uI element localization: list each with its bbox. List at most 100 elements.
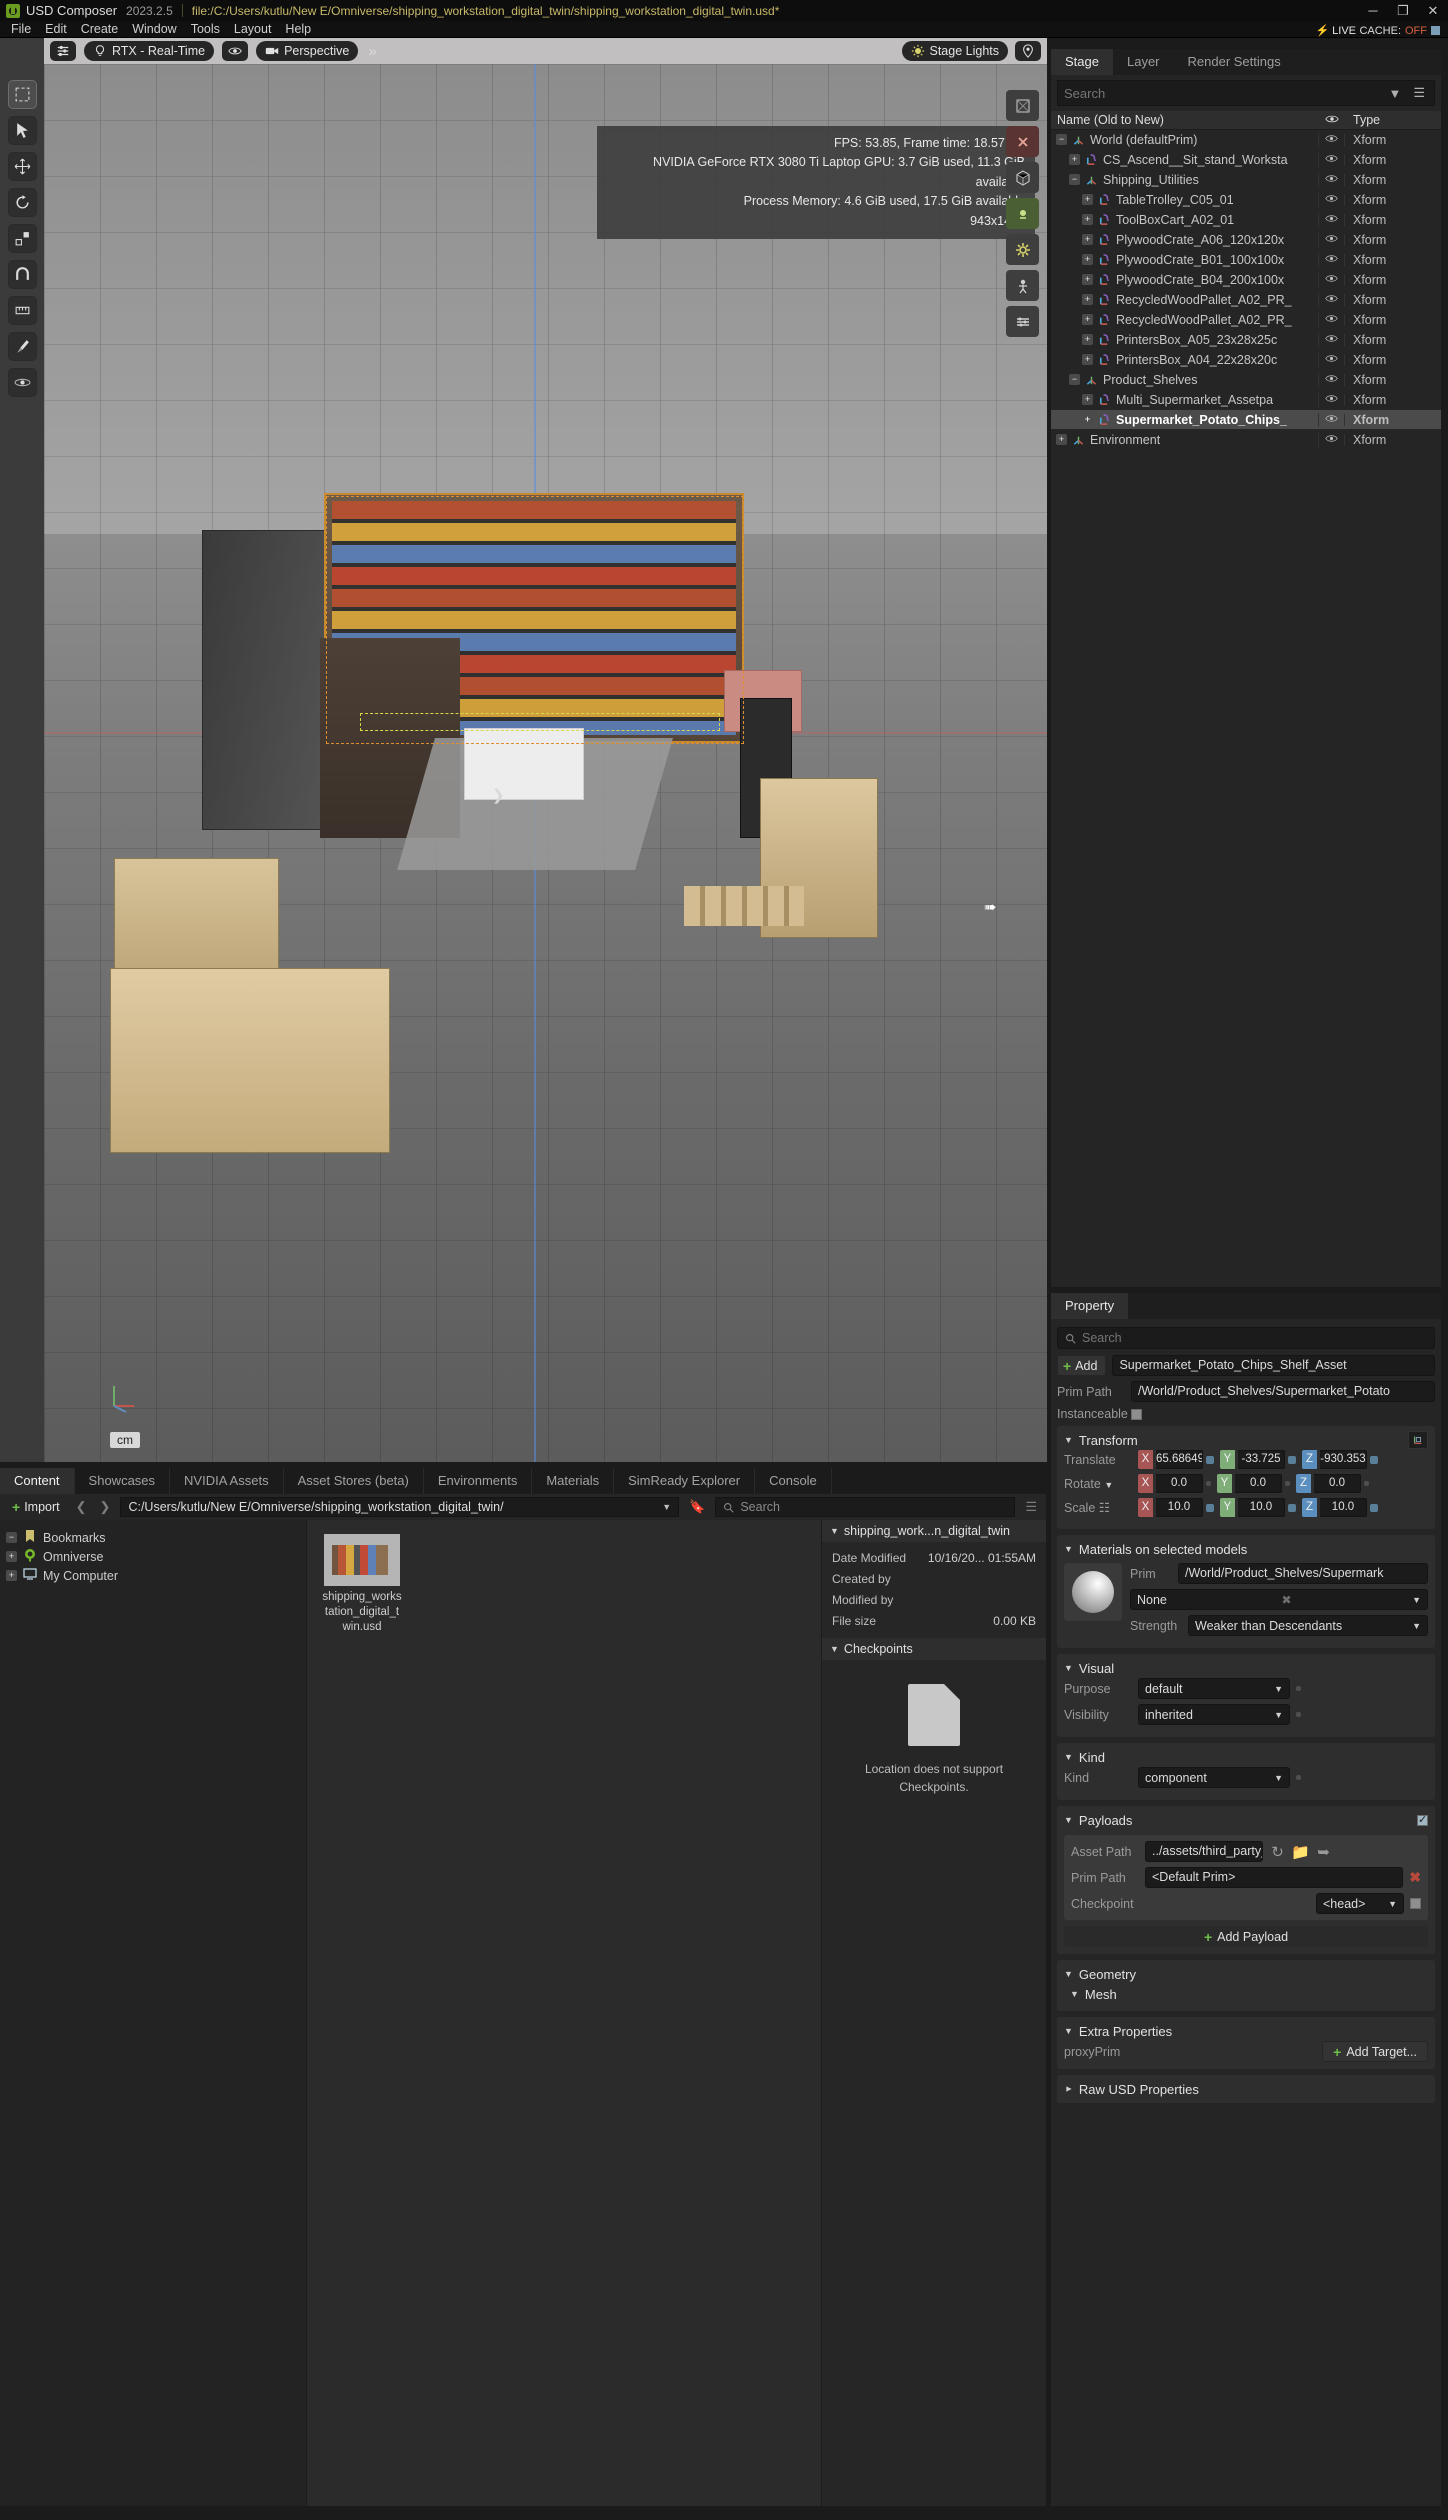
visibility-select[interactable]: inherited ▼ <box>1138 1704 1290 1725</box>
rotate-y-value[interactable]: 0.0 <box>1235 1474 1282 1493</box>
scale-y-value[interactable]: 10.0 <box>1238 1498 1285 1517</box>
human-icon[interactable] <box>1006 270 1039 301</box>
row-visibility-eye-icon[interactable] <box>1319 413 1345 426</box>
menu-tools[interactable]: Tools <box>184 21 227 38</box>
viewport-settings-button[interactable] <box>50 41 76 61</box>
checkpoint-select[interactable]: <head> ▼ <box>1316 1893 1404 1914</box>
link-icon[interactable]: ☷ <box>1099 1501 1110 1515</box>
row-expander-plus-icon[interactable]: + <box>1082 214 1093 225</box>
stage-tree-row[interactable]: + PrintersBox_A04_22x28x20c Xform <box>1051 350 1441 370</box>
row-name-cell[interactable]: − Product_Shelves <box>1051 372 1319 387</box>
stage-search-input[interactable] <box>1064 85 1380 101</box>
translate-z-value[interactable]: -930.353 <box>1320 1450 1367 1469</box>
gear-icon[interactable] <box>1006 234 1039 265</box>
visual-header[interactable]: ▼ Visual <box>1064 1658 1428 1678</box>
property-search-bar[interactable] <box>1057 1327 1435 1349</box>
prim-name-field[interactable]: Supermarket_Potato_Chips_Shelf_Asset <box>1112 1355 1435 1376</box>
row-name-cell[interactable]: − World (defaultPrim) <box>1051 132 1319 147</box>
scale-x-indicator[interactable] <box>1206 1503 1214 1512</box>
scene-wood-pallet-2[interactable] <box>684 886 804 926</box>
viewport-unit-badge[interactable]: cm <box>110 1432 140 1448</box>
translate-y-value[interactable]: -33.725 <box>1238 1450 1285 1469</box>
materials-header[interactable]: ▼ Materials on selected models <box>1064 1539 1428 1559</box>
camera-selector[interactable]: Perspective <box>256 41 359 61</box>
menu-help[interactable]: Help <box>278 21 318 38</box>
row-name-cell[interactable]: + PrintersBox_A05_23x28x25c <box>1051 332 1319 347</box>
scale-z-value[interactable]: 10.0 <box>1320 1498 1367 1517</box>
light-icon[interactable] <box>1006 198 1039 229</box>
tab-stage[interactable]: Stage <box>1051 49 1113 75</box>
content-tab-console[interactable]: Console <box>755 1468 832 1494</box>
asset-path-field[interactable]: ../assets/third_party_models/ <box>1145 1841 1263 1862</box>
rotate-z[interactable]: Z 0.0 <box>1296 1474 1369 1493</box>
rotate-z-value[interactable]: 0.0 <box>1314 1474 1361 1493</box>
row-expander-plus-icon[interactable]: + <box>1082 274 1093 285</box>
translate-x[interactable]: X 65.68649 <box>1138 1450 1214 1469</box>
column-name[interactable]: Name (Old to New) <box>1051 113 1319 127</box>
scene-workstation-table[interactable] <box>464 728 584 800</box>
content-tab-materials[interactable]: Materials <box>532 1468 615 1494</box>
row-name-cell[interactable]: + Environment <box>1051 432 1319 447</box>
stage-lights-selector[interactable]: Stage Lights <box>901 41 1008 61</box>
row-visibility-eye-icon[interactable] <box>1319 133 1345 146</box>
stage-tree-row[interactable]: − Product_Shelves Xform <box>1051 370 1441 390</box>
scene-plywood-crate-a[interactable] <box>114 858 279 978</box>
row-visibility-eye-icon[interactable] <box>1319 313 1345 326</box>
list-icon[interactable]: ☰ <box>1022 1499 1040 1515</box>
stage-tree-row[interactable]: + ToolBoxCart_A02_01 Xform <box>1051 210 1441 230</box>
tab-layer[interactable]: Layer <box>1112 49 1174 75</box>
row-expander-plus-icon[interactable]: + <box>1082 414 1093 425</box>
menu-create[interactable]: Create <box>74 21 126 38</box>
open-external-icon[interactable]: ➥ <box>1315 1843 1332 1861</box>
row-name-cell[interactable]: + RecycledWoodPallet_A02_PR_ <box>1051 312 1319 327</box>
delete-icon[interactable] <box>1006 126 1039 157</box>
row-expander-plus-icon[interactable]: + <box>1082 334 1093 345</box>
row-visibility-eye-icon[interactable] <box>1319 153 1345 166</box>
row-expander-minus-icon[interactable]: − <box>1069 174 1080 185</box>
rotate-order-chevron-icon[interactable]: ▼ <box>1104 1480 1113 1490</box>
payloads-header[interactable]: ▼ Payloads <box>1064 1810 1428 1830</box>
physics-tool-button[interactable] <box>7 368 37 397</box>
asset-info-header[interactable]: ▼ shipping_work...n_digital_twin <box>822 1520 1046 1542</box>
instanceable-checkbox[interactable] <box>1131 1408 1142 1420</box>
rotate-x[interactable]: X 0.0 <box>1138 1474 1211 1493</box>
row-name-cell[interactable]: + TableTrolley_C05_01 <box>1051 192 1319 207</box>
viewport-visibility-button[interactable] <box>222 41 249 61</box>
viewport-3d[interactable]: RTX - Real-Time Perspective » Stage Ligh… <box>44 38 1047 1462</box>
payloads-enabled-checkbox[interactable] <box>1417 1813 1428 1826</box>
stage-tree-row[interactable]: − Shipping_Utilities Xform <box>1051 170 1441 190</box>
mesh-header[interactable]: ▼ Mesh <box>1064 1984 1428 2004</box>
row-visibility-eye-icon[interactable] <box>1319 253 1345 266</box>
material-prim-field[interactable]: /World/Product_Shelves/Supermark <box>1178 1563 1428 1584</box>
rotate-x-value[interactable]: 0.0 <box>1156 1474 1203 1493</box>
scene-shelf-left[interactable] <box>202 530 332 830</box>
row-expander-plus-icon[interactable]: + <box>1082 394 1093 405</box>
add-property-button[interactable]: + Add <box>1057 1355 1107 1376</box>
row-visibility-eye-icon[interactable] <box>1319 293 1345 306</box>
cache-status-badge[interactable]: CACHE: OFF <box>1359 24 1440 37</box>
stage-tree-row[interactable]: + PlywoodCrate_A06_120x120x Xform <box>1051 230 1441 250</box>
translate-z[interactable]: Z -930.353 <box>1302 1450 1378 1469</box>
material-binding-select[interactable]: None ✖ ▼ <box>1130 1589 1428 1610</box>
content-tab-nvidia-assets[interactable]: NVIDIA Assets <box>170 1468 284 1494</box>
tab-property[interactable]: Property <box>1051 1293 1129 1319</box>
translate-y[interactable]: Y -33.725 <box>1220 1450 1296 1469</box>
material-sphere-icon[interactable] <box>1064 1563 1122 1621</box>
content-search-bar[interactable]: Search <box>715 1497 1016 1517</box>
column-type[interactable]: Type <box>1345 113 1441 127</box>
stage-tree-row[interactable]: + Multi_Supermarket_Assetpa Xform <box>1051 390 1441 410</box>
scale-tool-button[interactable] <box>7 224 37 253</box>
menu-edit[interactable]: Edit <box>38 21 74 38</box>
row-visibility-eye-icon[interactable] <box>1319 193 1345 206</box>
add-payload-button[interactable]: + Add Payload <box>1064 1926 1428 1947</box>
rotate-tool-button[interactable] <box>7 188 37 217</box>
scale-y-indicator[interactable] <box>1288 1503 1296 1512</box>
snap-tool-button[interactable] <box>7 260 37 289</box>
menu-window[interactable]: Window <box>125 21 183 38</box>
rotate-label[interactable]: Rotate ▼ <box>1064 1477 1132 1491</box>
tree-expander-minus-icon[interactable]: − <box>6 1532 17 1543</box>
stage-tree-row[interactable]: + Environment Xform <box>1051 430 1441 450</box>
row-visibility-eye-icon[interactable] <box>1319 333 1345 346</box>
scale-z-indicator[interactable] <box>1370 1503 1378 1512</box>
content-tree-item[interactable]: + Omniverse <box>6 1547 300 1566</box>
